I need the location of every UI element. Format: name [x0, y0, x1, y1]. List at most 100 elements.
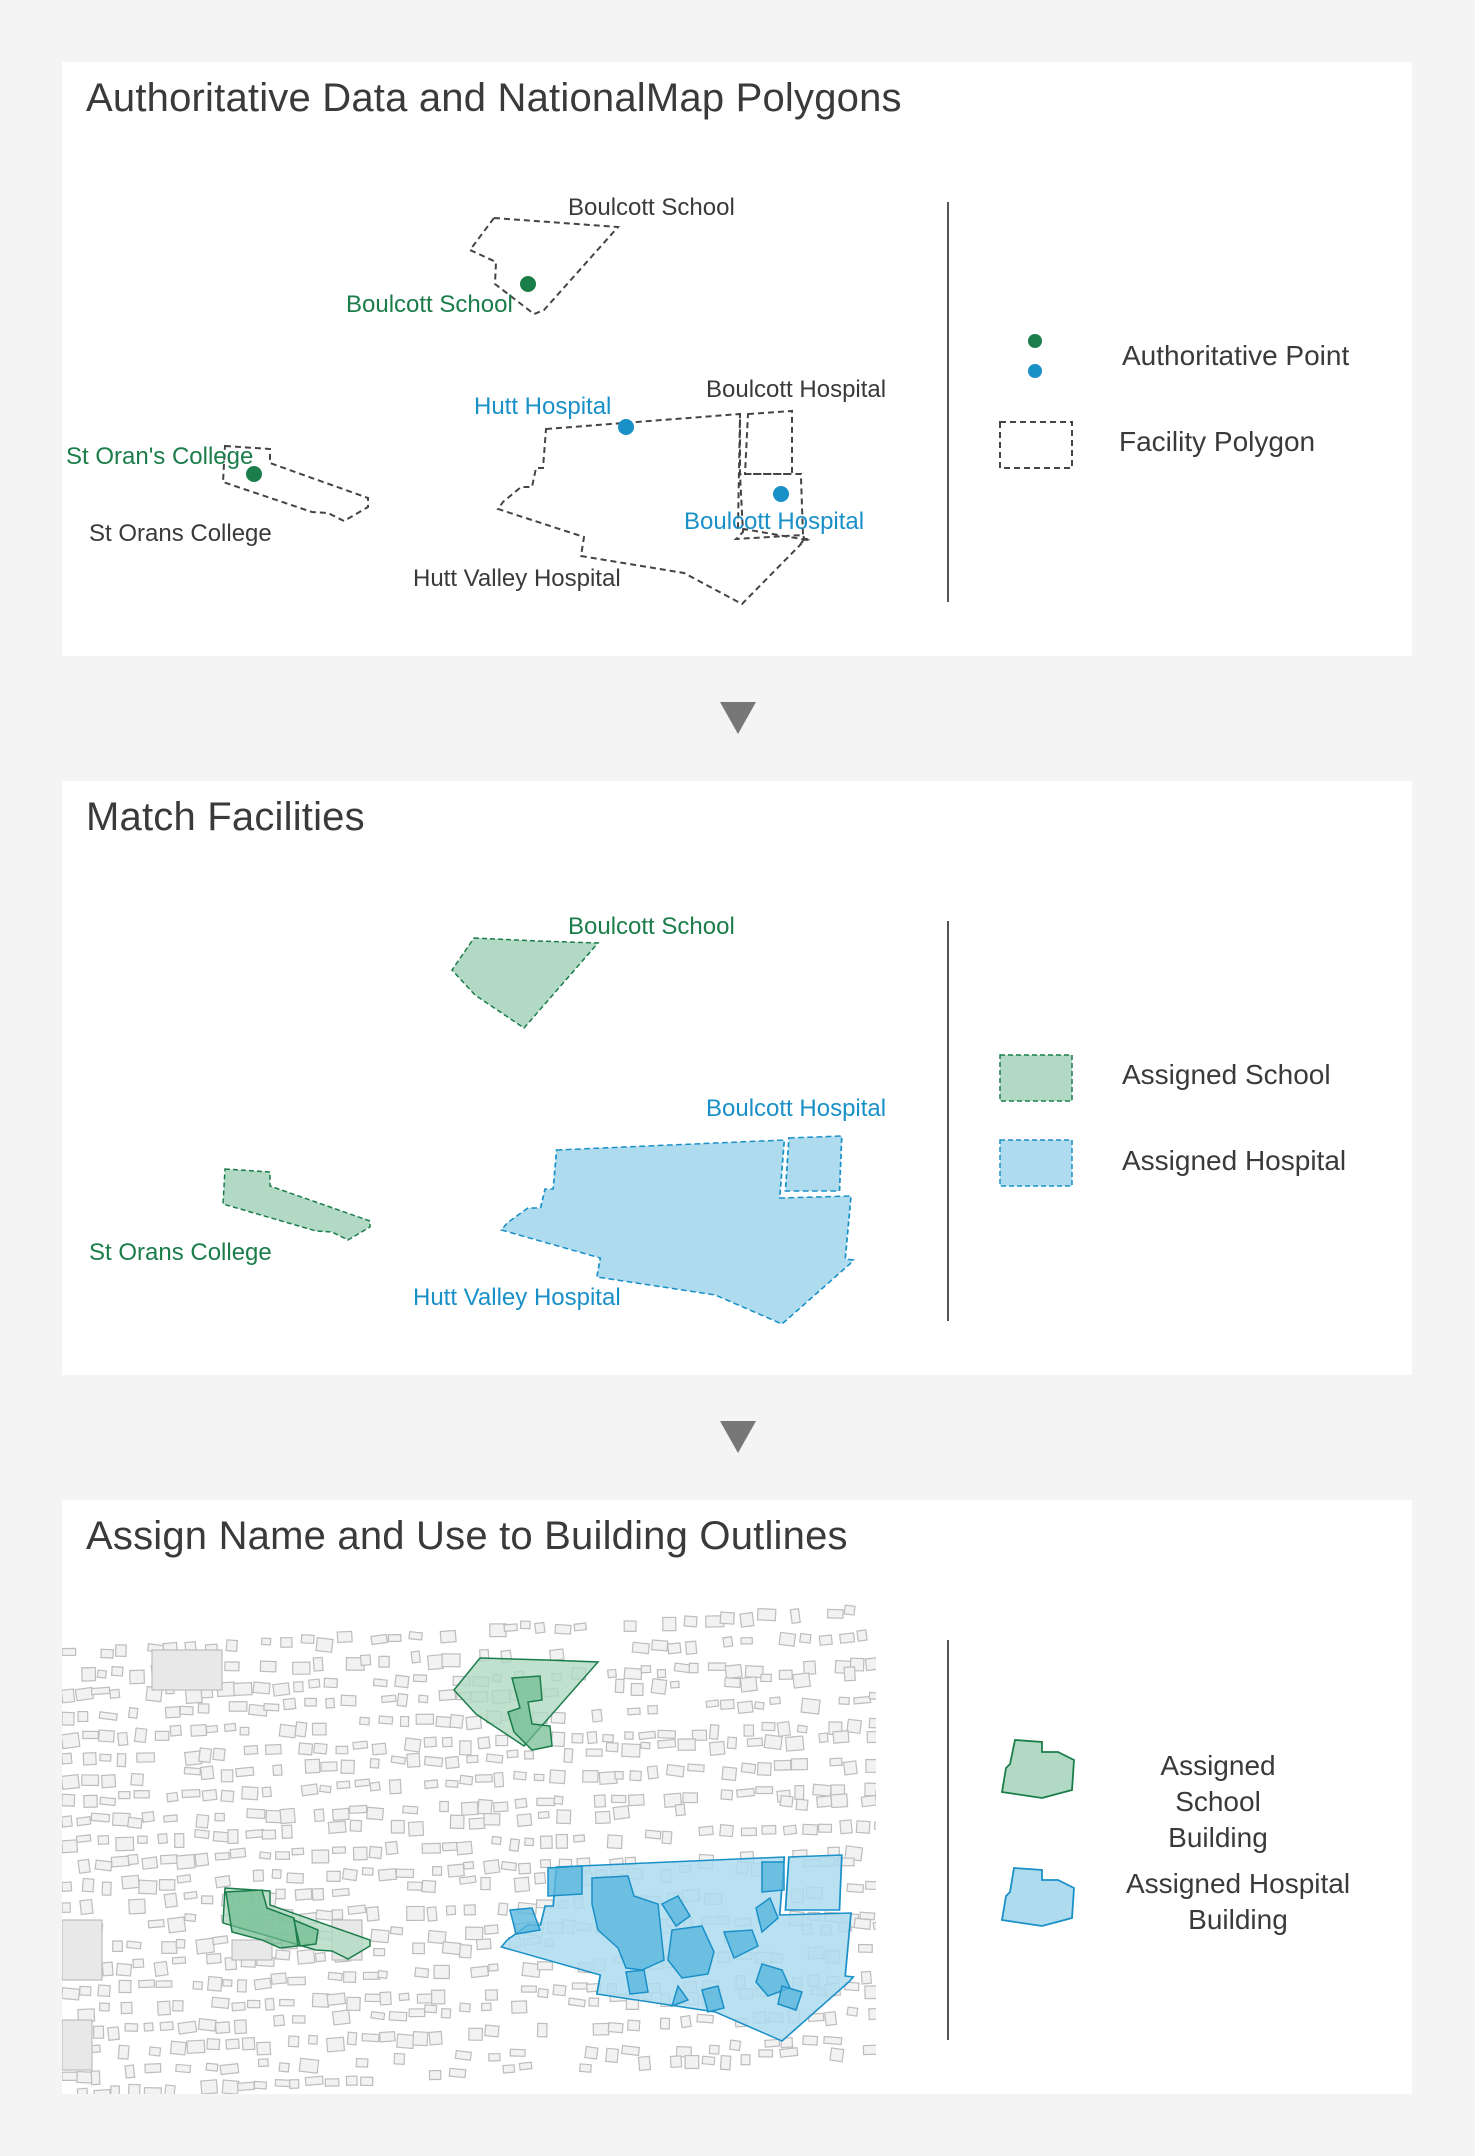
building-outline [368, 1845, 383, 1860]
building-outline [627, 1707, 641, 1716]
building-outline [495, 1734, 509, 1747]
down-triangle-icon [720, 1421, 756, 1453]
building-outline [407, 1820, 425, 1837]
building-outline [402, 1805, 419, 1815]
building-outline [552, 1984, 567, 1997]
building-outline [390, 1819, 405, 1834]
building-outline [761, 1824, 777, 1835]
building-outline [354, 1778, 371, 1788]
building-outline [62, 1919, 103, 1981]
building-outline [679, 2014, 692, 2029]
building-outline [606, 1668, 618, 1679]
building-outline [721, 1766, 738, 1782]
building-outline [62, 2071, 78, 2081]
building-outline [610, 1794, 627, 1804]
building-outline [127, 2083, 141, 2094]
building-outline [231, 1939, 273, 1961]
legend-school-building: Assigned School Building [1120, 1748, 1316, 1856]
building-outline [602, 1733, 615, 1743]
building-outline [795, 1798, 809, 1812]
building-outline [164, 1706, 181, 1719]
building-outline [838, 1632, 856, 1644]
building-outline [97, 1729, 116, 1743]
building-outline [830, 1793, 849, 1809]
building-outline [233, 1681, 253, 1697]
building-outline [585, 1748, 603, 1757]
building-outline [62, 1647, 77, 1657]
building-outline [141, 1856, 159, 1870]
boulcott-school-area [451, 937, 600, 1029]
building-outline [708, 2044, 720, 2055]
building-outline [179, 1705, 194, 1716]
building-outline [605, 1741, 619, 1753]
building-outline [594, 1810, 611, 1825]
building-outline [445, 1779, 459, 1788]
building-outline [200, 2079, 219, 2094]
building-outline [278, 2062, 290, 2073]
building-outline [246, 1999, 261, 2009]
building-outline [860, 1970, 873, 1985]
building-outline [158, 1879, 176, 1891]
building-outline [458, 1875, 477, 1885]
building-outline [705, 1699, 720, 1709]
legend-assigned-hospital: Assigned Hospital [1122, 1145, 1347, 1176]
building-outline [571, 1982, 589, 1990]
building-outline [186, 2039, 206, 2054]
building-outline [336, 1630, 353, 1644]
building-outline [62, 1902, 71, 1913]
building-outline [864, 1657, 876, 1672]
building-outline [153, 1960, 169, 1977]
building-outline [470, 1965, 490, 1979]
legend-point-hospital-icon [1028, 364, 1042, 378]
building-outline [389, 1926, 404, 1936]
building-outline [336, 1780, 351, 1790]
building-outline [359, 1716, 371, 1726]
building-outline [220, 1769, 234, 1783]
building-outline [222, 1979, 233, 1987]
building-outline [370, 1928, 390, 1944]
building-outline [719, 1611, 736, 1625]
building-outline [62, 1711, 75, 1726]
legend-hospital-building: Assigned Hospital Building [1120, 1866, 1356, 1938]
building-outline [536, 2022, 548, 2038]
building-outline [866, 1730, 876, 1744]
legend-hospital-swatch [999, 1139, 1073, 1187]
building-outline [214, 1851, 230, 1861]
building-outline [624, 1731, 634, 1740]
building-outline [483, 1924, 499, 1935]
building-outline [627, 1793, 645, 1807]
building-outline [384, 1840, 399, 1856]
building-outline [175, 1853, 196, 1870]
building-outline [875, 1790, 876, 1799]
building-outline [484, 1989, 498, 2001]
building-outline [421, 1879, 437, 1894]
building-outline [293, 1681, 304, 1693]
building-outline [369, 1781, 381, 1792]
building-outline [509, 2048, 526, 2057]
building-outline [593, 1794, 607, 1808]
building-outline [646, 1765, 659, 1780]
building-outline [523, 1750, 535, 1760]
building-outline [408, 2008, 426, 2018]
building-outline [219, 2062, 240, 2076]
building-outline [75, 1834, 92, 1844]
building-outline [399, 1715, 410, 1728]
building-outline [441, 1653, 461, 1668]
building-outline [592, 2022, 610, 2036]
building-outline [740, 1637, 753, 1645]
building-outline [275, 1888, 286, 1900]
building-outline [137, 1835, 148, 1844]
building-outline [346, 1996, 361, 2012]
building-outline [406, 1752, 421, 1768]
building-outline [465, 1715, 483, 1731]
building-outline [300, 1633, 315, 1645]
building-outline [221, 2079, 240, 2094]
building-outline [637, 2055, 652, 2072]
building-outline [365, 1906, 380, 1922]
building-outline [395, 1868, 415, 1879]
building-outline [458, 2002, 472, 2013]
building-outline [163, 1814, 178, 1823]
building-outline [659, 2017, 671, 2030]
building-outline [235, 1766, 255, 1778]
building-outline [799, 1632, 812, 1644]
